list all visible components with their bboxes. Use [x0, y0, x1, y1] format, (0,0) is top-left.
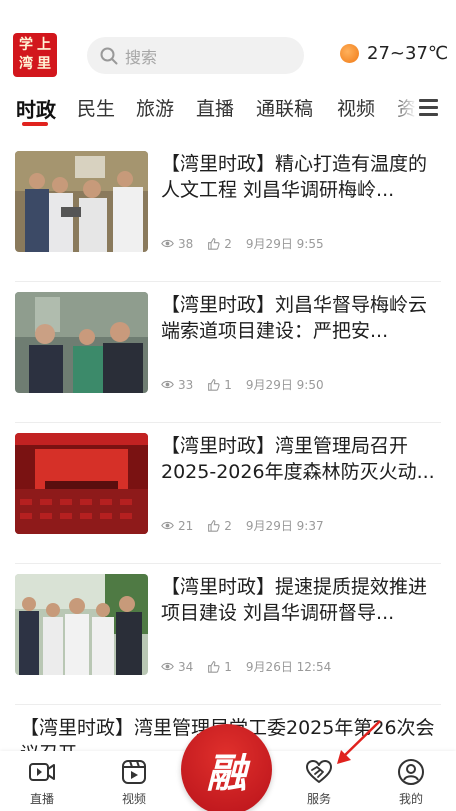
nav-mine[interactable]: 我的: [381, 757, 441, 807]
news-title: 【湾里时政】提速提质提效推进项目建设 刘昌华调研督导...: [161, 576, 428, 624]
eye-icon: [161, 239, 174, 248]
search-placeholder: 搜索: [125, 47, 158, 67]
search-icon: [100, 47, 118, 64]
weather-widget[interactable]: 27~37℃: [340, 43, 448, 64]
news-item[interactable]: 【湾里时政】刘昌华督导梅岭云端索道项目建设：严把安... 33 1 9月29日 …: [0, 282, 456, 423]
news-item[interactable]: 【湾里时政】湾里管理局召开2025-2026年度森林防灭火动... 21 2 9…: [0, 423, 456, 564]
view-count: 34: [178, 659, 194, 674]
tab-liaison[interactable]: 通联稿: [256, 94, 313, 121]
user-icon: [398, 759, 424, 785]
thumbs-up-icon: [208, 661, 220, 673]
annotation-arrow-icon: [337, 720, 381, 764]
news-thumbnail: [15, 433, 148, 534]
header: 学 上 湾 里 搜索 27~37℃: [0, 0, 456, 84]
nav-video[interactable]: 视频: [104, 757, 164, 807]
logo-char: 湾: [19, 56, 33, 72]
news-thumbnail: [15, 151, 148, 252]
view-count: 21: [178, 518, 194, 533]
search-input[interactable]: 搜索: [87, 37, 304, 74]
news-item[interactable]: 【湾里时政】精心打造有温度的人文工程 刘昌华调研梅岭... 38 2 9月29日…: [0, 141, 456, 282]
nav-live[interactable]: 直播: [12, 757, 72, 807]
logo-char: 里: [37, 56, 51, 72]
nav-service-label: 服务: [306, 792, 331, 806]
news-thumbnail: [15, 292, 148, 393]
thumbs-up-icon: [208, 238, 220, 250]
live-icon: [29, 763, 55, 781]
active-tab-indicator: [22, 122, 48, 126]
news-title: 【湾里时政】湾里管理局召开2025-2026年度森林防灭火动...: [161, 435, 435, 483]
like-count: 1: [224, 659, 232, 674]
news-title: 【湾里时政】精心打造有温度的人文工程 刘昌华调研梅岭...: [161, 153, 428, 201]
tab-livelihood[interactable]: 民生: [77, 94, 115, 121]
like-count: 2: [224, 236, 232, 251]
thumbs-up-icon: [208, 379, 220, 391]
weather-temp: 27~37℃: [367, 43, 449, 64]
news-meta: 21 2 9月29日 9:37: [161, 517, 324, 534]
news-meta: 34 1 9月26日 12:54: [161, 658, 331, 675]
tab-live[interactable]: 直播: [196, 94, 234, 121]
menu-icon[interactable]: [419, 99, 438, 116]
eye-icon: [161, 380, 174, 389]
like-count: 1: [224, 377, 232, 392]
category-tabs: 时政 民生 旅游 直播 通联稿 视频 资: [0, 86, 456, 132]
news-meta: 33 1 9月29日 9:50: [161, 376, 324, 393]
tab-tourism[interactable]: 旅游: [136, 94, 174, 121]
logo-char: 学: [19, 37, 33, 53]
eye-icon: [161, 521, 174, 530]
news-thumbnail: [15, 574, 148, 675]
tab-video[interactable]: 视频: [337, 94, 375, 121]
center-rong-label: 融: [206, 749, 247, 797]
app-logo[interactable]: 学 上 湾 里: [13, 33, 57, 77]
view-count: 33: [178, 377, 194, 392]
news-date: 9月26日 12:54: [245, 660, 332, 674]
sun-icon: [340, 44, 359, 63]
like-count: 2: [224, 518, 232, 533]
nav-live-label: 直播: [29, 792, 54, 806]
news-date: 9月29日 9:50: [245, 378, 324, 392]
video-icon: [122, 760, 146, 784]
thumbs-up-icon: [208, 520, 220, 532]
news-title: 【湾里时政】刘昌华督导梅岭云端索道项目建设：严把安...: [161, 294, 428, 342]
news-item[interactable]: 【湾里时政】提速提质提效推进项目建设 刘昌华调研督导... 34 1 9月26日…: [0, 564, 456, 705]
logo-char: 上: [37, 37, 51, 53]
eye-icon: [161, 662, 174, 671]
handshake-heart-icon: [306, 760, 332, 783]
view-count: 38: [178, 236, 194, 251]
news-date: 9月29日 9:37: [245, 519, 324, 533]
tab-politics[interactable]: 时政: [16, 94, 56, 123]
nav-video-label: 视频: [121, 792, 146, 806]
nav-mine-label: 我的: [398, 792, 423, 806]
news-date: 9月29日 9:55: [245, 237, 324, 251]
news-meta: 38 2 9月29日 9:55: [161, 235, 324, 252]
center-rong-button[interactable]: 融: [181, 724, 272, 811]
